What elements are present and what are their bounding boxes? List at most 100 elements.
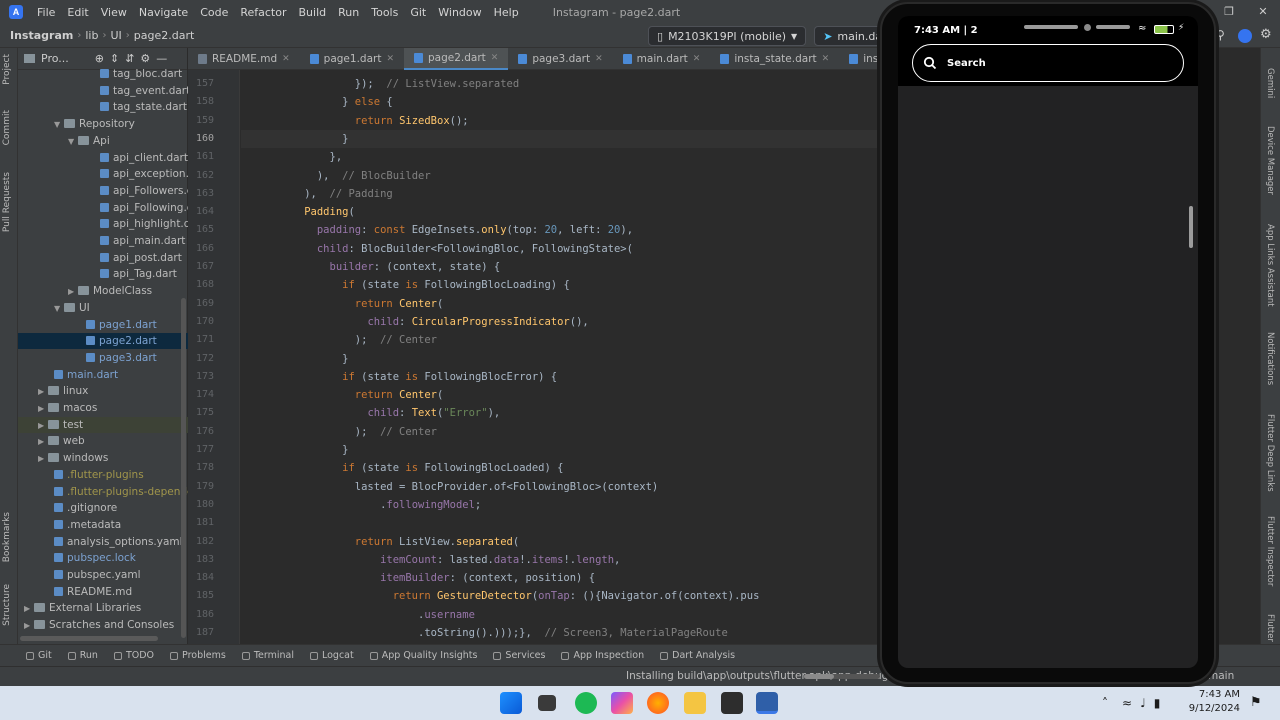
tree-folder[interactable]: ▶ ModelClass [18, 283, 188, 299]
notification-bell-icon[interactable]: ⚑ [1250, 695, 1262, 710]
tree-file[interactable]: .flutter-plugins-dependenc [18, 484, 188, 500]
tree-file[interactable]: api_highlight.dart [18, 216, 188, 232]
phone-scrollbar[interactable] [1189, 206, 1193, 248]
search-bar[interactable]: Search [912, 44, 1184, 82]
menu-window[interactable]: Window [432, 6, 487, 19]
tree-file[interactable]: api_client.dart [18, 150, 188, 166]
bottom-tool-todo[interactable]: TODO [106, 650, 162, 661]
menu-file[interactable]: File [31, 6, 61, 19]
tree-folder[interactable]: ▼ Api [18, 133, 188, 149]
spotify-icon[interactable] [575, 692, 597, 714]
tree-file[interactable]: tag_event.dart [18, 83, 188, 99]
project-panel-title[interactable]: Pro... [41, 52, 69, 65]
tab-insta-state-dart[interactable]: insta_state.dart ✕ [710, 48, 839, 70]
chevron-down-icon[interactable]: ▼ [54, 301, 64, 316]
tree-file[interactable]: api_post.dart [18, 250, 188, 266]
chevron-up-icon[interactable]: ˄ [1102, 696, 1108, 710]
tree-file[interactable]: .flutter-plugins [18, 467, 188, 483]
windows-start-icon[interactable] [500, 692, 522, 714]
tree-folder[interactable]: ▶ linux [18, 383, 188, 399]
tree-folder[interactable]: ▶ External Libraries [18, 600, 188, 616]
file-explorer-icon[interactable] [684, 692, 706, 714]
tree-file[interactable]: api_Followers.dar [18, 183, 188, 199]
bottom-tool-logcat[interactable]: Logcat [302, 650, 362, 661]
bottom-tool-services[interactable]: Services [485, 650, 553, 661]
device-selector[interactable]: ▯ M2103K19PI (mobile) ▼ [648, 26, 807, 46]
chevron-right-icon[interactable]: ▶ [38, 384, 48, 399]
update-icon[interactable] [1238, 29, 1252, 43]
code-editor[interactable]: }); // ListView.separated } else { retur… [241, 70, 881, 644]
tree-file[interactable]: api_Tag.dart [18, 266, 188, 282]
chevron-down-icon[interactable]: ▼ [68, 134, 78, 149]
tree-file[interactable]: main.dart [18, 367, 188, 383]
chevron-right-icon[interactable]: ▶ [24, 601, 34, 616]
menu-refactor[interactable]: Refactor [234, 6, 292, 19]
volume-icon[interactable]: ♩ [1140, 696, 1146, 710]
breadcrumb-lib[interactable]: lib [81, 29, 102, 42]
firefox-icon[interactable] [647, 692, 669, 714]
bottom-tool-dart-analysis[interactable]: Dart Analysis [652, 650, 743, 661]
close-icon[interactable]: ✕ [1246, 0, 1280, 24]
tab-page3-dart[interactable]: page3.dart ✕ [508, 48, 612, 70]
bottom-tool-problems[interactable]: Problems [162, 650, 234, 661]
tool-flutter-deep-links[interactable]: Flutter Deep Links [1265, 414, 1275, 492]
media-icon[interactable] [721, 692, 743, 714]
tree-folder[interactable]: ▶ Scratches and Consoles [18, 617, 188, 633]
breadcrumb-ui[interactable]: UI [106, 29, 125, 42]
chevron-right-icon[interactable]: ▶ [38, 434, 48, 449]
tree-file[interactable]: api_main.dart [18, 233, 188, 249]
tree-folder[interactable]: ▼ Repository [18, 116, 188, 132]
menu-tools[interactable]: Tools [365, 6, 404, 19]
android-studio-taskbar-icon[interactable] [756, 692, 778, 714]
tree-file[interactable]: page3.dart [18, 350, 188, 366]
tree-hscrollbar[interactable] [20, 636, 158, 641]
menu-edit[interactable]: Edit [61, 6, 94, 19]
tool-pull-requests[interactable]: Pull Requests [2, 172, 12, 232]
tree-file[interactable]: tag_state.dart [18, 99, 188, 115]
tool-commit[interactable]: Commit [2, 110, 12, 145]
bottom-tool-run[interactable]: Run [60, 650, 106, 661]
close-tab-icon[interactable]: ✕ [386, 48, 394, 70]
tree-file[interactable]: analysis_options.yaml [18, 534, 188, 550]
tool-bookmarks[interactable]: Bookmarks [2, 512, 12, 562]
tool-gemini[interactable]: Gemini [1265, 68, 1275, 98]
tab-page1-dart[interactable]: page1.dart ✕ [300, 48, 404, 70]
restore-icon[interactable]: ❐ [1212, 0, 1246, 24]
tool-flutter-inspector[interactable]: Flutter Inspector [1265, 516, 1275, 586]
chevron-right-icon[interactable]: ▶ [24, 618, 34, 633]
tool-structure[interactable]: Structure [2, 584, 12, 626]
tree-folder[interactable]: ▶ web [18, 433, 188, 449]
tool-project[interactable]: Project [2, 54, 12, 85]
tree-file[interactable]: pubspec.lock [18, 550, 188, 566]
breadcrumb-project[interactable]: Instagram [0, 29, 77, 42]
copilot-icon[interactable] [611, 692, 633, 714]
close-tab-icon[interactable]: ✕ [693, 48, 701, 70]
wifi-icon[interactable]: ≈ [1122, 696, 1132, 710]
tree-folder[interactable]: ▼ UI [18, 300, 188, 316]
tree-file[interactable]: tag_bloc.dart [18, 66, 188, 82]
tree-folder[interactable]: ▶ test [18, 416, 188, 433]
close-tab-icon[interactable]: ✕ [595, 48, 603, 70]
close-tab-icon[interactable]: ✕ [822, 48, 830, 70]
tab-readme-md[interactable]: README.md ✕ [188, 48, 300, 70]
bottom-tool-app-quality-insights[interactable]: App Quality Insights [362, 650, 486, 661]
menu-git[interactable]: Git [404, 6, 432, 19]
chevron-right-icon[interactable]: ▶ [68, 284, 78, 299]
locate-icon[interactable]: ⊕ [95, 52, 104, 65]
tool-notifications[interactable]: Notifications [1265, 332, 1275, 385]
hide-icon[interactable]: — [156, 52, 167, 65]
tool-app-links-assistant[interactable]: App Links Assistant [1265, 224, 1275, 307]
menu-navigate[interactable]: Navigate [133, 6, 194, 19]
tree-folder[interactable]: ▶ windows [18, 450, 188, 466]
chevron-right-icon[interactable]: ▶ [38, 418, 48, 433]
settings-icon[interactable]: ⚙ [1260, 27, 1272, 42]
tree-file[interactable]: README.md [18, 584, 188, 600]
close-tab-icon[interactable]: ✕ [491, 47, 499, 69]
chevron-right-icon[interactable]: ▶ [38, 401, 48, 416]
task-view-icon[interactable] [538, 695, 556, 711]
taskbar-clock[interactable]: 7:43 AM 9/12/2024 [1180, 688, 1240, 716]
tree-file[interactable]: page2.dart [18, 333, 188, 350]
menu-help[interactable]: Help [488, 6, 525, 19]
git-branch[interactable]: main [1208, 670, 1234, 682]
tab-main-dart[interactable]: main.dart ✕ [613, 48, 711, 70]
